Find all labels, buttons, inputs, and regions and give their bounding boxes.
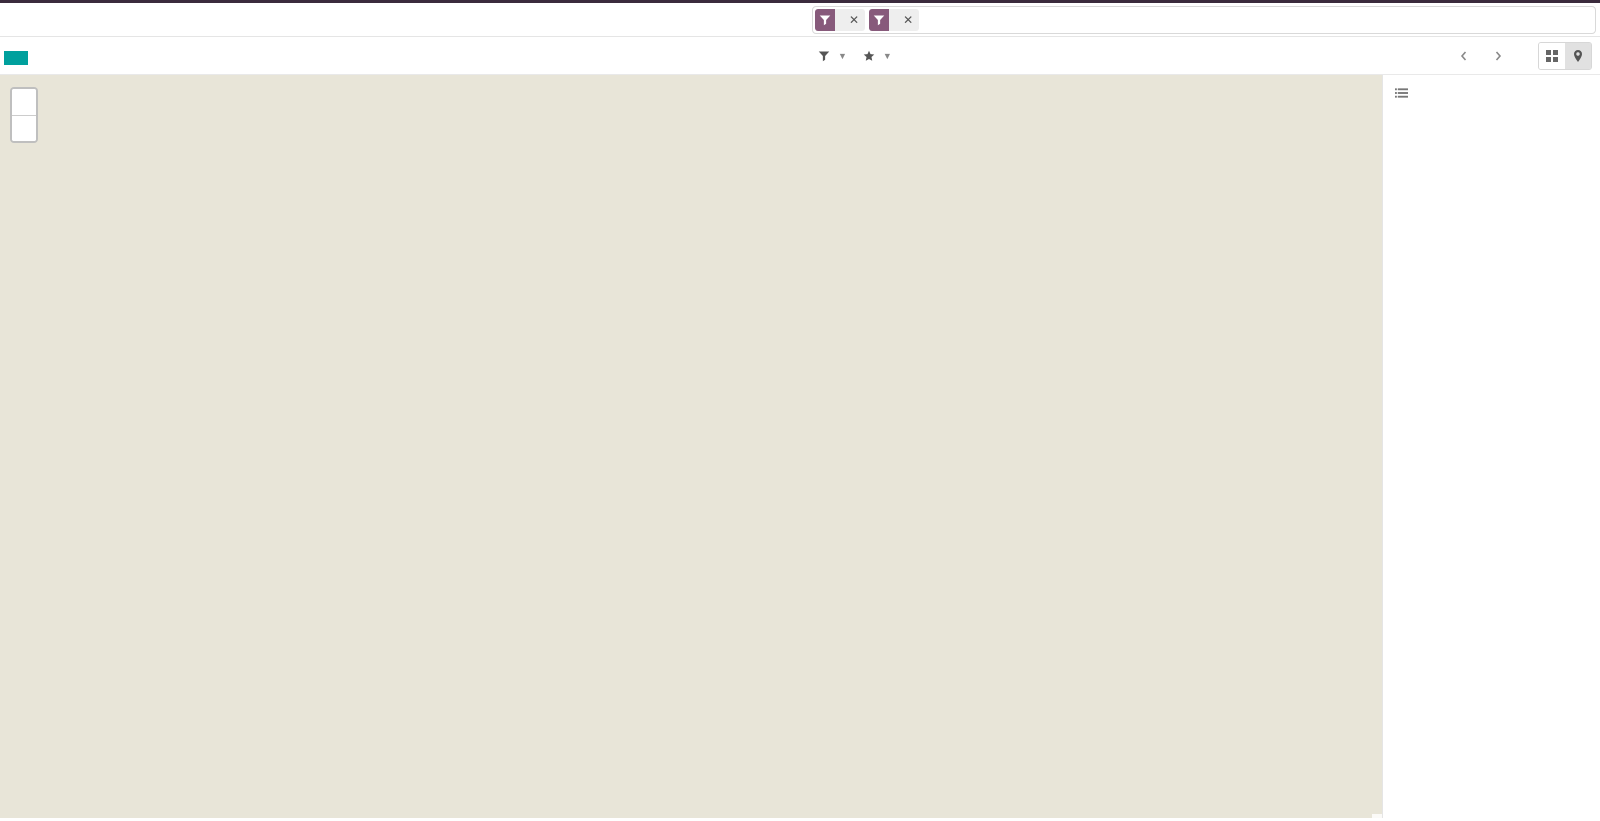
facet-remove-button[interactable]: ✕: [901, 13, 919, 27]
pager: [1444, 42, 1512, 70]
star-icon: [863, 50, 875, 62]
tasks-side-panel: [1382, 75, 1600, 818]
favorites-dropdown[interactable]: ▼: [863, 50, 892, 62]
controls-bar: ▼ ▼: [0, 37, 1600, 75]
filter-icon: [818, 50, 830, 62]
breadcrumb-area: [0, 3, 812, 9]
map-marker-icon: [1571, 49, 1585, 63]
top-bar: ✕ ✕: [0, 3, 1600, 37]
kanban-icon: [1545, 49, 1559, 63]
caret-down-icon: ▼: [838, 51, 847, 61]
kanban-view-button[interactable]: [1539, 43, 1565, 69]
chevron-right-icon: [1493, 51, 1503, 61]
map-attribution: [1372, 814, 1382, 818]
search-facet-my-tasks: ✕: [815, 9, 865, 31]
panel-heading: [1395, 87, 1590, 99]
zoom-control: [10, 87, 38, 143]
search-input[interactable]: [923, 11, 1591, 29]
view-in-google-maps-button[interactable]: [4, 51, 28, 65]
caret-down-icon: ▼: [883, 51, 892, 61]
main-content: [0, 75, 1600, 818]
map-area[interactable]: [0, 75, 1382, 818]
chevron-left-icon: [1459, 51, 1469, 61]
filters-dropdown[interactable]: ▼: [818, 50, 847, 62]
map-view-button[interactable]: [1565, 43, 1591, 69]
facet-remove-button[interactable]: ✕: [847, 13, 865, 27]
search-area: ✕ ✕: [812, 3, 1600, 37]
map-canvas[interactable]: [0, 75, 1382, 818]
filter-icon: [815, 9, 835, 31]
view-switcher: [1538, 42, 1592, 70]
pager-next-button[interactable]: [1484, 42, 1512, 70]
search-bar[interactable]: ✕ ✕: [812, 6, 1596, 34]
search-facet-planned-today: ✕: [869, 9, 919, 31]
zoom-in-button[interactable]: [12, 89, 36, 115]
filter-icon: [869, 9, 889, 31]
zoom-out-button[interactable]: [12, 115, 36, 141]
list-icon: [1395, 87, 1408, 99]
pager-prev-button[interactable]: [1450, 42, 1478, 70]
